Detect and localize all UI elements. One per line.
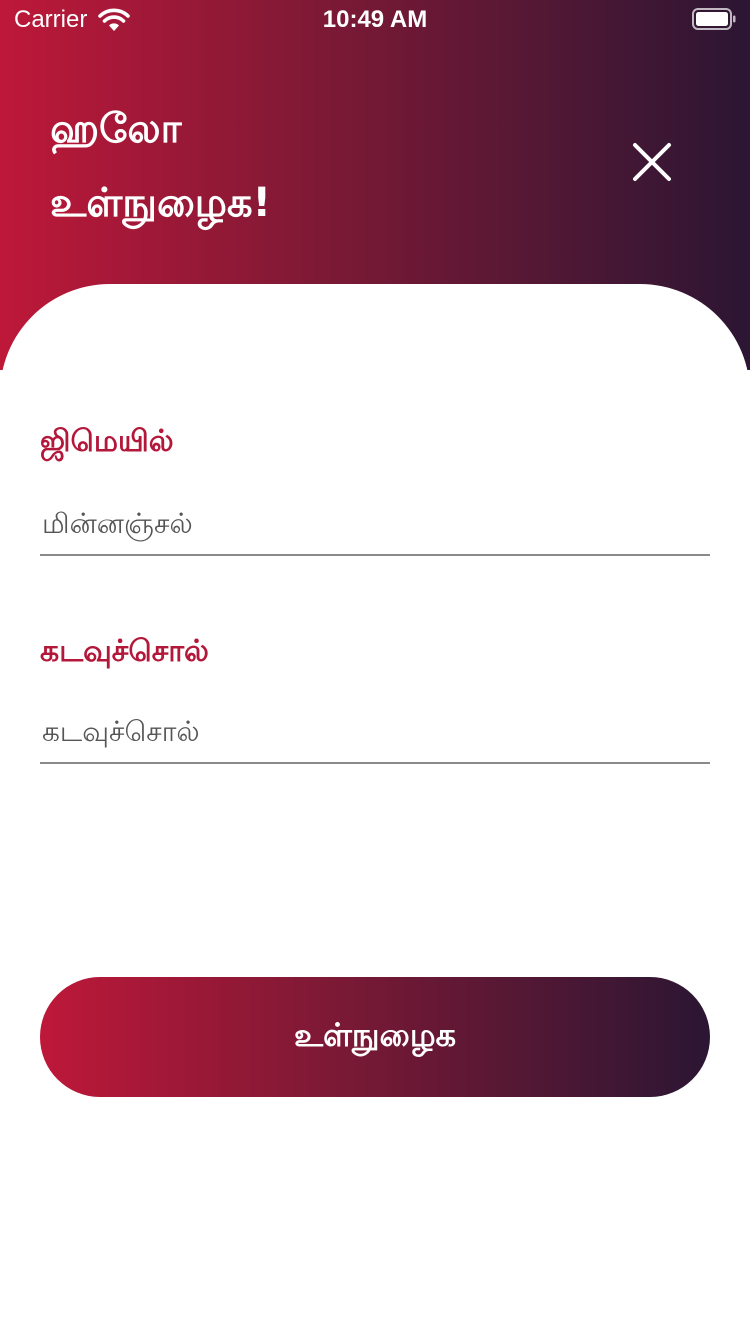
login-button[interactable]: உள்நுழைக xyxy=(40,977,710,1097)
greeting-login-title: உள்நுழைக! xyxy=(50,180,271,226)
greeting: ஹலோ உள்நுழைக! xyxy=(50,92,271,240)
status-bar: Carrier 10:49 AM xyxy=(0,0,750,40)
login-button-label: உள்நுழைக xyxy=(293,1016,457,1054)
greeting-hello: ஹலோ xyxy=(50,106,182,152)
close-icon xyxy=(633,143,671,181)
email-field[interactable] xyxy=(40,492,710,556)
battery-icon xyxy=(692,8,736,30)
email-label: ஜிமெயில் xyxy=(40,424,174,459)
login-card: ஜிமெயில் கடவுச்சொல் xyxy=(0,284,750,1334)
status-time: 10:49 AM xyxy=(322,6,428,33)
password-label: கடவுச்சொல் xyxy=(40,634,209,669)
close-button[interactable] xyxy=(628,138,676,186)
password-field[interactable] xyxy=(40,700,710,764)
